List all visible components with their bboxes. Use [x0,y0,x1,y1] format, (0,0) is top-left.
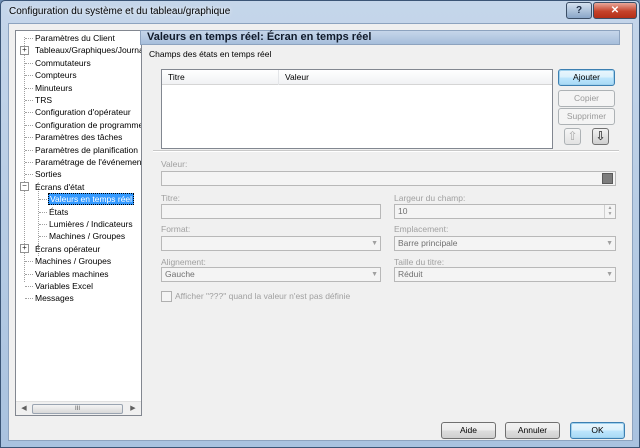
tree-line [25,87,33,89]
tree-line [39,211,47,213]
scroll-thumb[interactable]: III [32,404,123,414]
tree-line [25,174,33,176]
column-header-valeur[interactable]: Valeur [279,70,552,85]
emplacement-combo[interactable]: Barre principale ▼ [394,236,616,251]
help-title-button[interactable]: ? [566,2,592,19]
tree-item[interactable]: Paramètres du Client [34,32,116,44]
alignement-label: Alignement: [161,257,206,267]
separator [153,150,619,152]
titre-field[interactable] [161,204,381,219]
tree-item[interactable]: Minuteurs [34,82,73,94]
valeur-label: Valeur: [161,159,188,169]
show-undefined-label: Afficher "???" quand la valeur n'est pas… [175,291,351,301]
tree-item[interactable]: Paramètres de planification [34,144,139,156]
emplacement-value: Barre principale [398,238,458,248]
expand-icon[interactable]: + [20,45,29,55]
tree-item[interactable]: Sorties [34,168,62,180]
tree-item[interactable]: Variables Excel [34,280,94,292]
tree-line [25,261,33,263]
cancel-button[interactable]: Annuler [505,422,560,439]
tree-item[interactable]: Messages [34,292,75,304]
tree-line [25,62,33,64]
tree-line [25,273,33,275]
dialog-window: Configuration du système et du tableau/g… [0,0,640,448]
section-label: Champs des états en temps réel [149,49,272,59]
format-combo[interactable]: ▼ [161,236,381,251]
format-label: Format: [161,224,191,234]
tree-item[interactable]: Tableaux/Graphiques/Journa [34,44,141,56]
tree-item[interactable]: Variables machines [34,268,110,280]
tree-horizontal-scrollbar[interactable]: ◀ III ▶ [16,401,141,415]
show-undefined-checkbox[interactable] [161,291,172,302]
spin-buttons[interactable]: ▲ ▼ [604,205,615,218]
add-button[interactable]: Ajouter [558,69,615,86]
window-title: Configuration du système et du tableau/g… [9,6,231,17]
tree-line [25,38,33,39]
tree-item[interactable]: Configuration d'opérateur [34,106,132,118]
tree-line [25,149,33,151]
taille-combo[interactable]: Réduit ▼ [394,267,616,282]
tree-item[interactable]: Écrans opérateur [34,243,101,255]
chevron-down-icon[interactable]: ▼ [371,237,378,250]
tree-line [25,100,33,101]
largeur-stepper[interactable]: 10 ▲ ▼ [394,204,616,219]
tree-line [25,286,33,287]
expand-icon[interactable]: + [20,244,29,254]
close-button[interactable]: ✕ [593,2,637,19]
color-picker-icon[interactable] [602,173,613,184]
tree-item[interactable]: Écrans d'état [34,181,85,193]
scroll-left-icon[interactable]: ◀ [17,403,31,415]
move-up-icon[interactable]: ⇧ [564,128,581,145]
alignement-value: Gauche [165,269,195,279]
help-button[interactable]: Aide [441,422,496,439]
tree-line [25,112,33,114]
taille-value: Réduit [398,269,423,279]
tree-item[interactable]: Paramètres des tâches [34,131,123,143]
tree-line [25,75,33,77]
tree-item[interactable]: Machines / Groupes [48,230,126,242]
taille-label: Taille du titre: [394,257,445,267]
dialog-client-area: ◀ III ▶ Paramètres du Client + Tableaux/Gr… [8,23,633,441]
tree-item[interactable]: Lumières / Indicateurs [48,218,134,230]
collapse-icon[interactable]: − [20,182,29,192]
tree-line [39,236,47,238]
spin-down-icon[interactable]: ▼ [605,211,615,217]
tree-item[interactable]: TRS [34,94,53,106]
tree-item[interactable]: Compteurs [34,69,78,81]
move-down-icon[interactable]: ⇩ [592,128,609,145]
tree-item[interactable]: Configuration de programme [34,119,141,131]
scroll-right-icon[interactable]: ▶ [126,403,140,415]
chevron-down-icon[interactable]: ▼ [371,268,378,281]
panel-header: Valeurs en temps réel: Écran en temps ré… [140,30,620,45]
copy-button[interactable]: Copier [558,90,615,107]
column-header-titre[interactable]: Titre [162,70,279,85]
tree-line [39,199,47,201]
list-header: Titre Valeur [162,70,552,85]
tree-item[interactable]: Commutateurs [34,57,92,69]
title-bar[interactable]: Configuration du système et du tableau/g… [1,1,639,23]
delete-button[interactable]: Supprimer [558,108,615,125]
chevron-down-icon[interactable]: ▼ [606,237,613,250]
alignement-combo[interactable]: Gauche ▼ [161,267,381,282]
tree-item[interactable]: États [48,206,69,218]
titre-label: Titre: [161,193,181,203]
tree-line [25,298,33,300]
settings-tree[interactable]: ◀ III ▶ Paramètres du Client + Tableaux/Gr… [15,30,142,416]
tree-item[interactable]: Valeurs en temps réel [48,193,135,206]
fields-list[interactable]: Titre Valeur [161,69,553,149]
largeur-label: Largeur du champ: [394,193,466,203]
tree-line [25,137,33,139]
chevron-down-icon[interactable]: ▼ [606,268,613,281]
valeur-field[interactable] [161,171,616,186]
emplacement-label: Emplacement: [394,224,449,234]
tree-line [25,162,33,163]
tree-item[interactable]: Paramétrage de l'événement [34,156,141,168]
tree-line [39,224,47,225]
ok-button[interactable]: OK [570,422,625,439]
tree-line [25,124,33,126]
tree-item[interactable]: Machines / Groupes [34,255,112,267]
largeur-value: 10 [398,206,408,216]
